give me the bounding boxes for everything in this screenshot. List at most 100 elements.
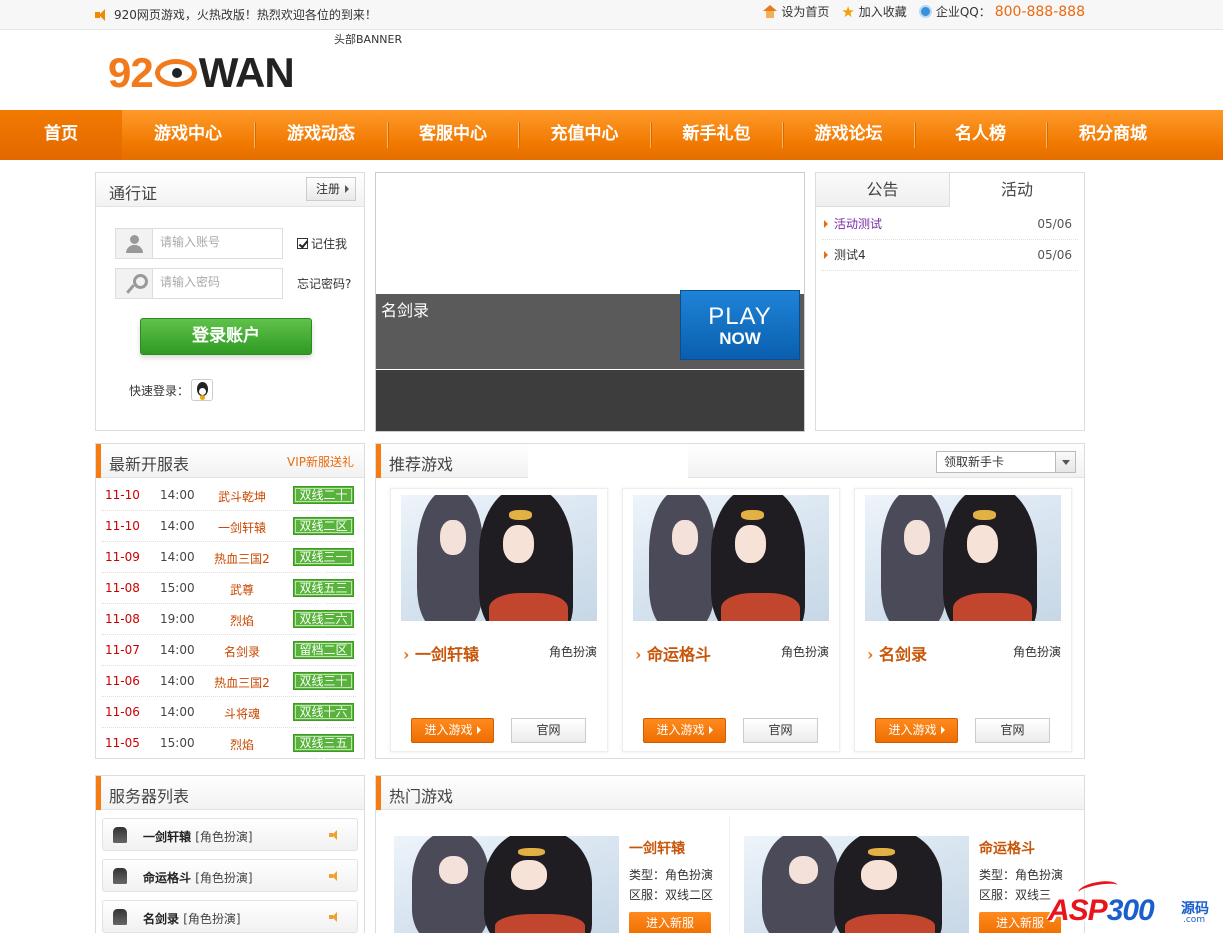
forgot-password-link[interactable]: 忘记密码? bbox=[297, 275, 351, 292]
enterprise-qq-link[interactable]: 企业QQ： 800-888-888 bbox=[918, 3, 1085, 20]
username-field bbox=[115, 228, 283, 259]
server-zone-badge[interactable]: 双线十六区 bbox=[293, 703, 354, 735]
notice-panel: 公告 活动 活动测试 05/06 测试4 05/06 bbox=[815, 172, 1085, 431]
enter-game-button[interactable]: 进入游戏 bbox=[875, 718, 958, 743]
server-zone-badge[interactable]: 双线二十区 bbox=[293, 486, 354, 518]
table-row[interactable]: 11-06 14:00 热血三国2 双线三十区 bbox=[102, 666, 356, 704]
username-input[interactable] bbox=[160, 235, 278, 249]
game-card-title[interactable]: 名剑录 bbox=[867, 641, 927, 665]
server-date: 11-06 bbox=[105, 705, 140, 719]
game-card: 命运格斗 角色扮演进入游戏官网 bbox=[622, 488, 840, 752]
nav-item-forum[interactable]: 游戏论坛 bbox=[783, 110, 914, 160]
server-zone-badge[interactable]: 双线三五区 bbox=[293, 734, 354, 766]
nav-item-ranking[interactable]: 名人榜 bbox=[915, 110, 1046, 160]
table-row[interactable]: 11-10 14:00 武斗乾坤 双线二十区 bbox=[102, 480, 356, 518]
key-icon bbox=[116, 269, 153, 298]
hot-game-item: 命运格斗 类型：角色扮演 区服：双线三 进入新服 bbox=[726, 816, 1066, 933]
top-links: 设为首页 ★ 加入收藏 企业QQ： 800-888-888 bbox=[751, 3, 1085, 20]
login-panel-header: 通行证 注册 bbox=[96, 173, 364, 207]
newbie-card-select[interactable]: 领取新手卡 bbox=[936, 451, 1076, 473]
server-game[interactable]: 斗将魂 bbox=[202, 705, 282, 722]
add-favorite-link[interactable]: ★ 加入收藏 bbox=[841, 3, 906, 20]
server-zone-badge[interactable]: 留档二区 bbox=[293, 641, 354, 659]
now-label: NOW bbox=[719, 329, 761, 348]
qq-number: 800-888-888 bbox=[994, 3, 1085, 20]
table-row[interactable]: 11-08 15:00 武尊 双线五三区 bbox=[102, 573, 356, 611]
server-game[interactable]: 武尊 bbox=[202, 581, 282, 598]
table-row[interactable]: 11-10 14:00 一剑轩辕 双线二区 bbox=[102, 511, 356, 542]
nav-item-home[interactable]: 首页 bbox=[0, 110, 122, 160]
list-item[interactable]: 测试4 05/06 bbox=[822, 240, 1078, 271]
table-row[interactable]: 11-08 19:00 烈焰 双线三六区 bbox=[102, 604, 356, 642]
hot-game-name[interactable]: 一剑轩辕 bbox=[629, 838, 685, 858]
official-site-button[interactable]: 官网 bbox=[743, 718, 818, 743]
server-time: 15:00 bbox=[160, 581, 195, 595]
login-submit-button[interactable]: 登录账户 bbox=[140, 318, 312, 355]
hot-games-title: 热门游戏 bbox=[389, 787, 454, 806]
server-time: 15:00 bbox=[160, 736, 195, 750]
new-servers-title: 最新开服表 bbox=[109, 455, 190, 474]
watermark-text: ASP300 bbox=[1048, 894, 1155, 928]
remember-me[interactable]: 记住我 bbox=[297, 235, 347, 252]
list-item[interactable]: 活动测试 05/06 bbox=[822, 209, 1078, 240]
header-tab-gap bbox=[528, 444, 688, 478]
game-card-title[interactable]: 一剑轩辕 bbox=[403, 641, 479, 665]
quick-login-label: 快速登录： bbox=[129, 383, 190, 398]
server-game-name: 命运格斗 [角色扮演] bbox=[143, 871, 253, 885]
nav-item-gift-pack[interactable]: 新手礼包 bbox=[651, 110, 782, 160]
watermark-asp: ASP bbox=[1048, 894, 1108, 927]
server-game[interactable]: 名剑录 bbox=[202, 643, 282, 660]
server-date: 11-05 bbox=[105, 736, 140, 750]
server-zone-badge[interactable]: 双线二区 bbox=[293, 517, 354, 535]
server-game[interactable]: 烈焰 bbox=[202, 612, 282, 629]
server-game[interactable]: 武斗乾坤 bbox=[202, 488, 282, 505]
table-row[interactable]: 11-09 14:00 热血三国2 双线三一区 bbox=[102, 542, 356, 580]
remember-label: 记住我 bbox=[311, 237, 348, 251]
enter-new-server-button[interactable]: 进入新服 bbox=[629, 912, 711, 933]
server-time: 14:00 bbox=[160, 550, 195, 564]
site-logo[interactable]: 92 92WAN bbox=[108, 49, 295, 96]
tab-notice[interactable]: 公告 bbox=[816, 173, 950, 207]
speaker-icon bbox=[329, 830, 339, 840]
server-game[interactable]: 烈焰 bbox=[202, 736, 282, 753]
game-card-genre: 角色扮演 bbox=[780, 645, 829, 659]
list-item[interactable]: 一剑轩辕 [角色扮演] bbox=[102, 818, 358, 851]
server-date: 11-08 bbox=[105, 612, 140, 626]
server-game[interactable]: 一剑轩辕 bbox=[202, 519, 282, 536]
enter-game-button[interactable]: 进入游戏 bbox=[411, 718, 494, 743]
remember-checkbox[interactable] bbox=[297, 238, 308, 249]
play-label: PLAY bbox=[708, 303, 772, 330]
list-item[interactable]: 命运格斗 [角色扮演] bbox=[102, 859, 358, 892]
hot-game-name[interactable]: 命运格斗 bbox=[979, 838, 1035, 858]
list-item[interactable]: 名剑录 [角色扮演] bbox=[102, 900, 358, 933]
table-row[interactable]: 11-05 15:00 烈焰 双线三五区 bbox=[102, 728, 356, 766]
hot-games-panel: 热门游戏 一剑轩辕 类型：角色扮演 区服：双线二区 进入新服 命运格斗 类型：角色扮演 区服… bbox=[375, 775, 1085, 933]
register-button[interactable]: 注册 bbox=[306, 177, 356, 201]
server-zone-badge[interactable]: 双线三六区 bbox=[293, 610, 354, 642]
enter-game-button[interactable]: 进入游戏 bbox=[643, 718, 726, 743]
table-row[interactable]: 11-06 14:00 斗将魂 双线十六区 bbox=[102, 697, 356, 735]
official-site-button[interactable]: 官网 bbox=[511, 718, 586, 743]
set-home-link[interactable]: 设为首页 bbox=[763, 3, 829, 20]
nav-item-points-mall[interactable]: 积分商城 bbox=[1047, 110, 1179, 160]
official-site-button[interactable]: 官网 bbox=[975, 718, 1050, 743]
nav-item-game-news[interactable]: 游戏动态 bbox=[255, 110, 387, 160]
nav-item-game-center[interactable]: 游戏中心 bbox=[122, 110, 254, 160]
password-input[interactable] bbox=[160, 275, 278, 289]
play-now-button[interactable]: PLAY NOW bbox=[680, 290, 800, 360]
game-banner[interactable]: 名剑录 PLAY NOW bbox=[375, 172, 805, 432]
server-zone-badge[interactable]: 双线三十区 bbox=[293, 672, 354, 704]
vip-gift-link[interactable]: VIP新服送礼 bbox=[287, 453, 354, 470]
server-game[interactable]: 热血三国2 bbox=[202, 550, 282, 567]
table-row[interactable]: 11-07 14:00 名剑录 留档二区 bbox=[102, 635, 356, 666]
server-game[interactable]: 热血三国2 bbox=[202, 674, 282, 691]
tab-activity[interactable]: 活动 bbox=[950, 173, 1084, 207]
game-card-title[interactable]: 命运格斗 bbox=[635, 641, 711, 665]
nav-item-recharge[interactable]: 充值中心 bbox=[519, 110, 650, 160]
nav-item-support[interactable]: 客服中心 bbox=[388, 110, 518, 160]
game-art-image bbox=[865, 495, 1061, 621]
server-zone-badge[interactable]: 双线三一区 bbox=[293, 548, 354, 580]
newbie-card-select-value: 领取新手卡 bbox=[944, 455, 1005, 469]
server-zone-badge[interactable]: 双线五三区 bbox=[293, 579, 354, 611]
qq-penguin-icon[interactable] bbox=[191, 379, 214, 401]
